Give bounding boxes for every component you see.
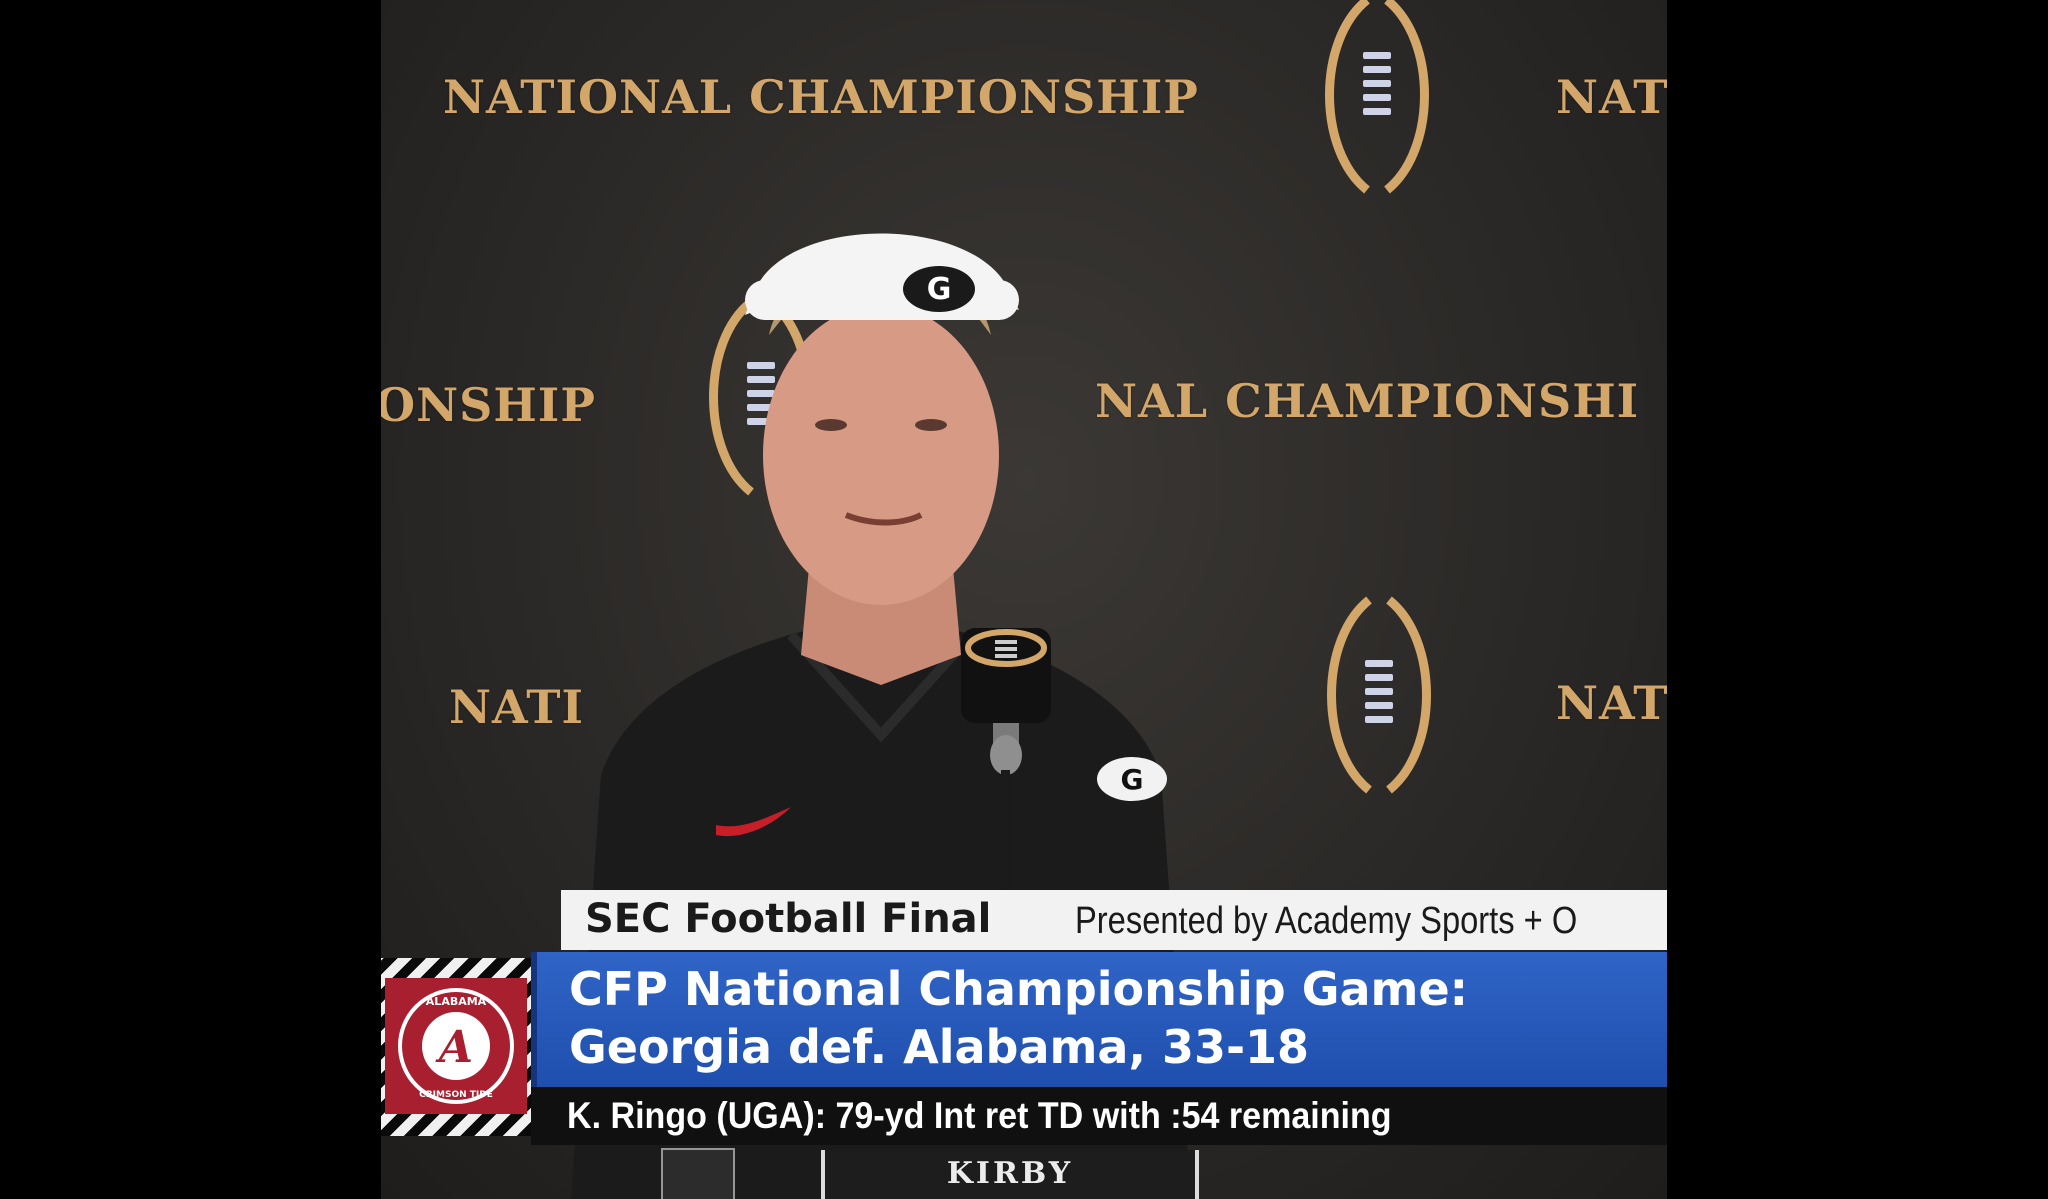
letterbox-right <box>1667 0 2048 1199</box>
microphone-icon <box>961 628 1051 900</box>
water-glass <box>661 1148 735 1199</box>
letterbox-left <box>0 0 381 1199</box>
coach-speaker <box>571 233 1191 1199</box>
backdrop-wordmark: NATIONAL CHAMPIONSHIP <box>443 70 1199 124</box>
video-frame[interactable]: NATIONAL CHAMPIONSHIP NATI ONSHIP NAL CH… <box>381 0 1667 1199</box>
shirt-logo-letter: G <box>1120 762 1144 796</box>
backdrop-wordmark-fragment: NATI <box>1556 70 1667 124</box>
cfp-football-logo-icon <box>1325 0 1429 194</box>
cfp-football-logo-icon <box>1327 596 1431 794</box>
svg-text:CRIMSON TIDE: CRIMSON TIDE <box>419 1090 493 1100</box>
georgia-shirt-logo-icon: G <box>1097 757 1167 801</box>
nameplate-text: KIRBY <box>946 1156 1074 1191</box>
svg-text:ALABAMA: ALABAMA <box>426 995 487 1008</box>
georgia-visor-logo-icon: G <box>903 266 975 312</box>
visor-logo-letter: G <box>926 271 952 307</box>
backdrop-wordmark-fragment: NATI <box>1556 676 1667 730</box>
svg-text:A: A <box>435 1022 473 1073</box>
nameplate: KIRBY <box>821 1150 1199 1199</box>
